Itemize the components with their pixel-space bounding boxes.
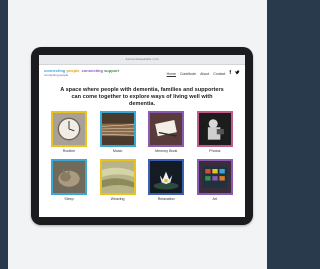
tile-routine[interactable]: Routine bbox=[51, 111, 87, 155]
nav-home[interactable]: Home bbox=[167, 72, 176, 76]
tile-label: Music bbox=[112, 149, 123, 153]
tile-label: Photos bbox=[209, 149, 221, 153]
tile-photos[interactable]: Photos bbox=[196, 111, 233, 155]
cat-icon bbox=[53, 161, 85, 193]
tile-label: Weaving bbox=[110, 197, 125, 201]
paint-icon bbox=[198, 161, 231, 193]
tile-label: Memory Book bbox=[155, 149, 178, 153]
guitar-icon bbox=[101, 113, 134, 145]
site-logo[interactable]: connecting people, connecting support co… bbox=[44, 68, 119, 77]
thumb-art bbox=[196, 159, 233, 195]
nav-contact[interactable]: Contact bbox=[213, 72, 225, 76]
nav-about[interactable]: About bbox=[200, 72, 209, 76]
lotus-icon bbox=[150, 161, 183, 193]
twitter-icon[interactable] bbox=[235, 70, 240, 77]
logo-word-3: connecting bbox=[81, 68, 103, 73]
clock-icon bbox=[53, 113, 85, 145]
tile-music[interactable]: Music bbox=[99, 111, 136, 155]
thumb-memory-book bbox=[148, 111, 185, 147]
main-nav: Home Contribute About Contact f bbox=[167, 70, 240, 77]
site-header: connecting people, connecting support co… bbox=[39, 65, 245, 83]
book-icon bbox=[150, 113, 183, 145]
facebook-icon[interactable]: f bbox=[229, 71, 231, 76]
thumb-weaving bbox=[99, 159, 136, 195]
thumb-routine bbox=[51, 111, 87, 147]
topic-grid: Routine Music Memory Book Photos Sleep W… bbox=[51, 111, 233, 203]
thumb-photos bbox=[196, 111, 233, 147]
browser-address-bar[interactable]: dementiawebsite.com bbox=[39, 55, 245, 65]
logo-word-2: people, bbox=[66, 68, 81, 73]
thumb-music bbox=[99, 111, 136, 147]
tile-label: Relaxation bbox=[157, 197, 175, 201]
tablet-screen: dementiawebsite.com connecting people, c… bbox=[39, 55, 245, 217]
nav-contribute[interactable]: Contribute bbox=[180, 72, 196, 76]
tile-label: Routine bbox=[62, 149, 76, 153]
logo-tagline: connecting people bbox=[44, 73, 69, 77]
thumb-sleep bbox=[51, 159, 87, 195]
tile-relaxation[interactable]: Relaxation bbox=[148, 159, 185, 203]
thumb-relaxation bbox=[148, 159, 185, 195]
tile-art[interactable]: Art bbox=[196, 159, 233, 203]
tile-weaving[interactable]: Weaving bbox=[99, 159, 136, 203]
tile-sleep[interactable]: Sleep bbox=[51, 159, 87, 203]
hero-headline: A space where people with dementia, fami… bbox=[60, 87, 224, 107]
weaving-icon bbox=[101, 161, 134, 193]
tile-label: Art bbox=[212, 197, 218, 201]
camera-icon bbox=[198, 113, 231, 145]
logo-word-4: support bbox=[104, 68, 119, 73]
url-text: dementiawebsite.com bbox=[125, 57, 159, 61]
tile-memory-book[interactable]: Memory Book bbox=[148, 111, 185, 155]
tablet-frame: dementiawebsite.com connecting people, c… bbox=[31, 47, 253, 225]
tile-label: Sleep bbox=[64, 197, 74, 201]
